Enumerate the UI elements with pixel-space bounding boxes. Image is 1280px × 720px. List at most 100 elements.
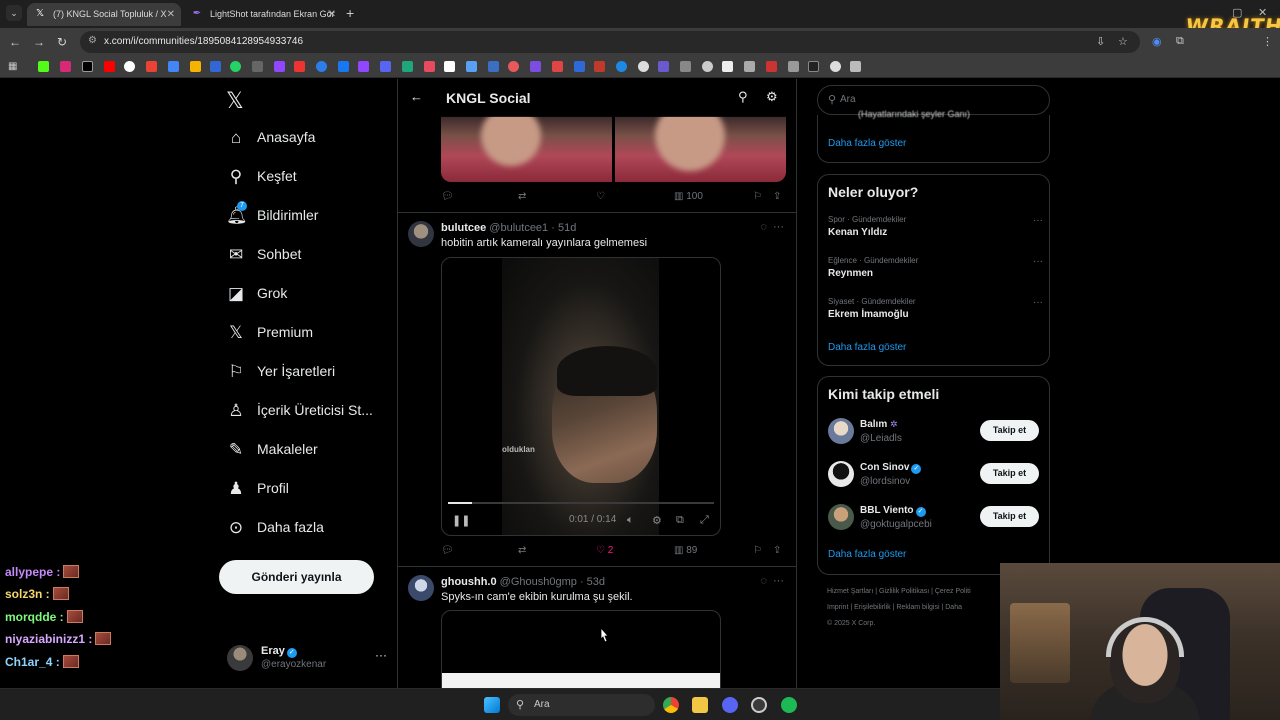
apps-grid-icon[interactable]: ▦ [8, 61, 19, 72]
bookmark-icon[interactable] [274, 61, 285, 72]
spotify-icon[interactable] [781, 697, 797, 713]
share-icon[interactable]: ⇪ [773, 191, 781, 202]
reply-icon[interactable]: 💬︎ [441, 545, 454, 556]
bookmark-kick-icon[interactable] [38, 61, 49, 72]
post-video[interactable] [441, 610, 721, 688]
discord-icon[interactable] [722, 697, 738, 713]
follow-button[interactable]: Takip et [980, 420, 1039, 441]
steam-icon[interactable] [751, 697, 767, 713]
bookmark-icon[interactable] [552, 61, 563, 72]
more-horizontal-icon[interactable]: ··· [773, 221, 784, 233]
show-more-link[interactable]: Daha fazla göster [828, 138, 906, 149]
bookmark-icon[interactable]: ⚐ [753, 545, 762, 556]
file-explorer-icon[interactable] [692, 697, 708, 713]
bookmark-icon[interactable] [530, 61, 541, 72]
bookmark-icon[interactable] [444, 61, 455, 72]
extension-icon[interactable]: ◉ [1152, 35, 1162, 48]
bookmark-youtube-icon[interactable] [104, 61, 115, 72]
repost-icon[interactable]: ⇄ [518, 191, 526, 202]
follow-suggestion[interactable]: Con Sinov ✓ @lordsinov Takip et [828, 461, 1043, 491]
browser-menu-icon[interactable]: ⋮ [1262, 35, 1273, 48]
like-icon[interactable]: ♡ [596, 191, 605, 202]
address-bar[interactable]: ⚙ x.com/i/communities/189508412895493374… [80, 31, 1140, 53]
bookmark-icon[interactable] [488, 61, 499, 72]
reply-icon[interactable]: 💬︎ [441, 191, 454, 202]
bookmark-icon[interactable] [168, 61, 179, 72]
more-horizontal-icon[interactable]: ··· [773, 575, 784, 587]
bookmark-icon[interactable] [808, 61, 819, 72]
pip-icon[interactable]: ⧉ [676, 514, 684, 527]
bookmark-icon[interactable] [680, 61, 691, 72]
show-more-link[interactable]: Daha fazla göster [828, 549, 906, 560]
bookmark-icon[interactable] [508, 61, 519, 72]
more-horizontal-icon[interactable]: ··· [1033, 215, 1043, 226]
show-more-link[interactable]: Daha fazla göster [828, 342, 906, 353]
bookmark-whatsapp-icon[interactable] [230, 61, 241, 72]
new-tab-icon[interactable]: + [346, 5, 354, 21]
video-progress-bar[interactable] [448, 502, 714, 504]
bookmark-icon[interactable] [722, 61, 733, 72]
browser-tab-active[interactable]: 𝕏 (7) KNGL Social Topluluk / X ✕ [27, 3, 181, 26]
account-switcher[interactable]: Eray ✓ @erayozkenar ··· [227, 642, 387, 676]
video-settings-icon[interactable]: ⚙ [652, 514, 662, 527]
extensions-puzzle-icon[interactable]: ⧉ [1176, 35, 1184, 48]
avatar[interactable] [408, 575, 434, 601]
views-button[interactable]: ▥ 100 [674, 191, 703, 202]
share-icon[interactable]: ⇪ [773, 545, 781, 556]
bookmark-icon[interactable] [830, 61, 841, 72]
taskbar-search[interactable]: ⚲ Ara [508, 694, 655, 716]
bookmark-google-icon[interactable] [124, 61, 135, 72]
bookmark-icon[interactable] [766, 61, 777, 72]
post-button[interactable]: Gönderi yayınla [219, 560, 374, 594]
browser-tab[interactable]: ✒ LightShot tarafından Ekran Gör ✕ [184, 3, 342, 26]
bookmark-gmail-icon[interactable] [146, 61, 157, 72]
footer-line[interactable]: Imprint | Erişilebilirlik | Reklam bilgi… [827, 600, 1007, 616]
x-logo-icon[interactable]: 𝕏 [226, 89, 244, 114]
bookmark-icon[interactable] [402, 61, 413, 72]
back-arrow-icon[interactable]: ← [410, 89, 423, 104]
bookmark-instagram-icon[interactable] [60, 61, 71, 72]
bookmark-icon[interactable] [616, 61, 627, 72]
reload-icon[interactable]: ↻ [57, 34, 67, 50]
post-author-handle[interactable]: @Ghoush0gmp [500, 576, 577, 588]
post-time[interactable]: · 53d [580, 576, 605, 588]
trend-item[interactable]: Siyaset · Gündemdekiler Ekrem İmamoğlu ·… [828, 297, 1043, 327]
bookmark-icon[interactable] [594, 61, 605, 72]
trend-item[interactable]: Eğlence · Gündemdekiler Reynmen ··· [828, 256, 1043, 286]
grok-icon[interactable]: ◌ [760, 221, 767, 233]
follow-suggestion[interactable]: Balım ✲ @Leiadls Takip et [828, 418, 1043, 448]
avatar[interactable] [408, 221, 434, 247]
bookmark-icon[interactable] [658, 61, 669, 72]
bookmark-icon[interactable] [466, 61, 477, 72]
bookmark-icon[interactable] [424, 61, 435, 72]
post-video[interactable]: olduklan ❚❚ 0:01 / 0:14 🔈︎ ⚙ ⧉ ⤢ [441, 257, 721, 536]
bookmark-icon[interactable] [294, 61, 305, 72]
tab-close-icon[interactable]: ✕ [328, 3, 336, 26]
bookmark-star-icon[interactable]: ☆ [1118, 35, 1128, 48]
like-button[interactable]: ♡ 2 [596, 545, 613, 556]
bookmark-icon[interactable] [574, 61, 585, 72]
bookmark-icon[interactable] [744, 61, 755, 72]
pause-icon[interactable]: ❚❚ [452, 514, 470, 527]
tab-close-icon[interactable]: ✕ [167, 3, 175, 26]
bookmark-icon[interactable] [252, 61, 263, 72]
follow-button[interactable]: Takip et [980, 463, 1039, 484]
settings-gear-icon[interactable]: ⚙ [766, 89, 778, 105]
more-horizontal-icon[interactable]: ··· [1033, 256, 1043, 267]
bookmark-icon[interactable] [638, 61, 649, 72]
site-info-icon[interactable]: ⚙ [88, 35, 97, 46]
bookmark-twitch-icon[interactable] [358, 61, 369, 72]
volume-icon[interactable]: 🔈︎ [627, 514, 634, 527]
views-button[interactable]: ▥ 89 [674, 545, 697, 556]
follow-button[interactable]: Takip et [980, 506, 1039, 527]
bookmark-icon[interactable] [788, 61, 799, 72]
windows-start-icon[interactable] [484, 697, 500, 713]
more-horizontal-icon[interactable]: ··· [375, 648, 387, 662]
search-icon[interactable]: ⚲ [738, 89, 748, 105]
forward-icon[interactable]: → [33, 34, 45, 50]
repost-icon[interactable]: ⇄ [518, 545, 526, 556]
footer-line[interactable]: Hizmet Şartları | Gizlilik Politikası | … [827, 584, 1007, 600]
post-author-name[interactable]: bulutcee [441, 222, 486, 234]
follow-suggestion[interactable]: BBL Viento ✓ @goktugalpcebi Takip et [828, 504, 1043, 534]
bookmark-icon[interactable]: ⚐ [753, 191, 762, 202]
